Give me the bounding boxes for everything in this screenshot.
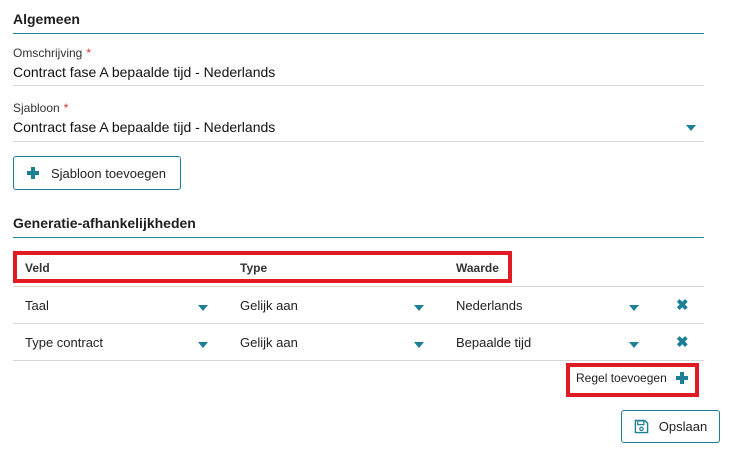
row-2-value-select[interactable]: Bepaalde tijd <box>456 335 531 350</box>
description-label-text: Omschrijving <box>13 46 83 60</box>
required-marker: * <box>63 101 69 115</box>
template-label: Sjabloon * <box>13 101 68 115</box>
add-template-button[interactable]: Sjabloon toevoegen <box>13 156 181 190</box>
row-2-type-caret-down-icon[interactable] <box>414 342 424 348</box>
row-1-type-select[interactable]: Gelijk aan <box>240 298 298 313</box>
description-label: Omschrijving * <box>13 46 91 60</box>
highlight-box-column-headers <box>13 251 512 283</box>
required-marker: * <box>86 46 92 60</box>
section-divider-general <box>13 33 704 34</box>
section-divider-dependencies <box>13 237 704 238</box>
add-template-button-label: Sjabloon toevoegen <box>51 165 166 181</box>
row-1-value-select[interactable]: Nederlands <box>456 298 523 313</box>
row-2-divider <box>13 360 704 361</box>
save-button-label: Opslaan <box>658 419 708 434</box>
floppy-disk-icon <box>634 419 649 434</box>
row-1-type-caret-down-icon[interactable] <box>414 305 424 311</box>
row-1-field-select[interactable]: Taal <box>25 298 49 313</box>
template-label-text: Sjabloon <box>13 101 60 115</box>
plus-icon <box>27 167 39 179</box>
row-1-divider <box>13 323 704 324</box>
row-2-type-select[interactable]: Gelijk aan <box>240 335 298 350</box>
section-title-dependencies: Generatie-afhankelijkheden <box>13 215 196 231</box>
table-header-divider <box>13 286 704 287</box>
row-2-field-select[interactable]: Type contract <box>25 335 103 350</box>
template-field-underline <box>13 141 704 142</box>
description-field[interactable]: Contract fase A bepaalde tijd - Nederlan… <box>13 64 703 80</box>
section-title-general: Algemeen <box>13 11 80 27</box>
template-select[interactable]: Contract fase A bepaalde tijd - Nederlan… <box>13 119 703 135</box>
row-1-value-caret-down-icon[interactable] <box>629 305 639 311</box>
description-field-underline <box>13 85 704 86</box>
row-2-value-caret-down-icon[interactable] <box>629 342 639 348</box>
save-button[interactable]: Opslaan <box>621 410 720 443</box>
highlight-box-add-rule <box>566 363 699 397</box>
row-1-remove-close-icon[interactable]: ✖ <box>676 298 689 313</box>
template-caret-down-icon[interactable] <box>686 125 696 131</box>
row-2-remove-close-icon[interactable]: ✖ <box>676 335 689 350</box>
row-2-field-caret-down-icon[interactable] <box>198 342 208 348</box>
row-1-field-caret-down-icon[interactable] <box>198 305 208 311</box>
